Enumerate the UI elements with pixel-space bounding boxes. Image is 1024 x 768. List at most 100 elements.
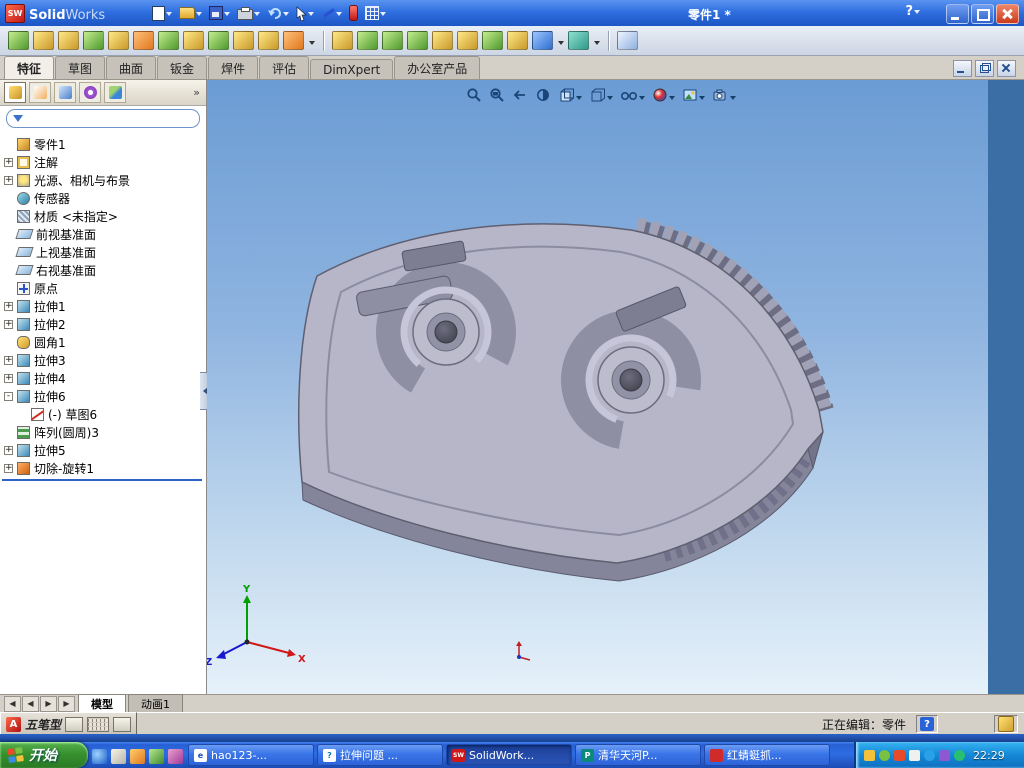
tree-item-extrude4[interactable]: + 拉伸4	[0, 369, 206, 387]
internet-explorer-icon[interactable]	[92, 748, 107, 764]
linear-pattern-icon[interactable]	[332, 31, 353, 50]
doc-close-button[interactable]	[997, 60, 1016, 77]
tree-item-lights-cameras-scene[interactable]: + 光源、相机与布景	[0, 171, 206, 189]
expander-icon[interactable]: +	[4, 445, 13, 455]
ime-logo-icon[interactable]: A	[6, 716, 21, 732]
taskbar-clock[interactable]: 22:29	[973, 749, 1005, 762]
instant3d-icon[interactable]	[617, 31, 638, 50]
ime-toolbox-icon[interactable]	[113, 716, 132, 732]
rollback-bar[interactable]	[2, 479, 202, 481]
tree-root-part[interactable]: 零件1	[0, 135, 206, 153]
tab-surfaces[interactable]: 曲面	[106, 56, 157, 79]
view-orientation-button[interactable]	[557, 85, 583, 105]
tab-model[interactable]: 模型	[78, 694, 126, 713]
maximize-button[interactable]	[971, 4, 994, 24]
tree-item-sensors[interactable]: 传感器	[0, 189, 206, 207]
expander-icon[interactable]: +	[4, 373, 13, 383]
ime-pen-icon[interactable]	[65, 716, 84, 732]
view-settings-button[interactable]	[363, 3, 388, 23]
tray-network-icon[interactable]	[924, 749, 935, 761]
edit-appearance-button[interactable]	[651, 85, 676, 105]
display-style-button[interactable]	[588, 85, 614, 105]
dome-icon[interactable]	[482, 31, 503, 50]
featuremanager-tab[interactable]	[4, 82, 26, 103]
swept-cut-icon[interactable]	[183, 31, 204, 50]
dimxpertmanager-tab[interactable]	[79, 82, 101, 103]
extruded-cut-icon[interactable]	[108, 31, 129, 50]
minimize-button[interactable]	[946, 4, 969, 24]
tree-item-cut-revolve1[interactable]: + 切除-旋转1	[0, 459, 206, 477]
tray-volume-icon[interactable]	[909, 749, 920, 761]
tree-item-material[interactable]: 材质 <未指定>	[0, 207, 206, 225]
undo-button[interactable]	[265, 3, 291, 23]
open-button[interactable]	[177, 3, 204, 23]
draft-icon[interactable]	[432, 31, 453, 50]
tab-features[interactable]: 特征	[4, 56, 55, 79]
doc-minimize-button[interactable]	[953, 60, 972, 77]
section-view-button[interactable]	[534, 85, 552, 105]
last-tab-button[interactable]: ▶	[58, 695, 75, 712]
tray-antivirus-icon[interactable]	[879, 749, 890, 761]
show-desktop-icon[interactable]	[111, 748, 126, 764]
quick-help-cell[interactable]: ?	[916, 715, 938, 733]
task-hao123[interactable]: e hao123-...	[188, 744, 314, 766]
tab-sketch[interactable]: 草图	[55, 56, 106, 79]
prev-tab-button[interactable]: ◀	[22, 695, 39, 712]
tree-item-top-plane[interactable]: 上视基准面	[0, 243, 206, 261]
tray-input-method-icon[interactable]	[864, 749, 875, 761]
tree-item-extrude6[interactable]: - 拉伸6	[0, 387, 206, 405]
ime-keyboard-icon[interactable]	[87, 716, 110, 732]
graphics-viewport[interactable]: Y X Z	[207, 80, 988, 694]
messenger-icon[interactable]	[149, 748, 164, 764]
tree-item-extrude2[interactable]: + 拉伸2	[0, 315, 206, 333]
first-tab-button[interactable]: ◀	[4, 695, 21, 712]
quick-tips-cell[interactable]	[994, 715, 1018, 733]
mail-icon[interactable]	[168, 748, 183, 764]
tree-item-circular-pattern3[interactable]: 阵列(圆周)3	[0, 423, 206, 441]
tab-animation1[interactable]: 动画1	[128, 694, 183, 713]
tab-sheet-metal[interactable]: 钣金	[157, 56, 208, 79]
task-solidworks[interactable]: SW SolidWork...	[446, 744, 572, 766]
tree-item-fillet1[interactable]: 圆角1	[0, 333, 206, 351]
start-button[interactable]: 开始	[0, 742, 88, 768]
zoom-area-button[interactable]	[488, 85, 506, 105]
camera-settings-button[interactable]	[711, 85, 737, 105]
pattern-dropdown-icon[interactable]	[309, 41, 315, 48]
doc-restore-button[interactable]	[975, 60, 994, 77]
propertymanager-tab[interactable]	[29, 82, 51, 103]
filter-input[interactable]	[27, 110, 193, 126]
ink-sketch-button[interactable]	[319, 3, 344, 23]
media-player-icon[interactable]	[130, 748, 145, 764]
expander-icon[interactable]: +	[4, 157, 13, 167]
reference-geometry-icon[interactable]	[532, 31, 553, 50]
mirror-icon[interactable]	[382, 31, 403, 50]
configurationmanager-tab[interactable]	[54, 82, 76, 103]
revolved-cut-icon[interactable]	[158, 31, 179, 50]
revolved-boss-icon[interactable]	[33, 31, 54, 50]
ime-bar[interactable]: A 五笔型	[0, 712, 138, 736]
tree-item-origin[interactable]: 原点	[0, 279, 206, 297]
curves-dropdown-icon[interactable]	[594, 41, 600, 48]
save-button[interactable]	[207, 3, 232, 23]
expander-icon[interactable]: +	[4, 319, 13, 329]
rebuild-stop-button[interactable]	[347, 3, 360, 23]
tree-item-extrude1[interactable]: + 拉伸1	[0, 297, 206, 315]
new-document-button[interactable]	[150, 3, 174, 23]
chamfer-icon[interactable]	[258, 31, 279, 50]
hide-show-items-button[interactable]	[619, 85, 646, 105]
lofted-boss-icon[interactable]	[83, 31, 104, 50]
rib-icon[interactable]	[407, 31, 428, 50]
tab-office-products[interactable]: 办公室产品	[394, 56, 481, 79]
apply-scene-button[interactable]	[681, 85, 706, 105]
curves-icon[interactable]	[568, 31, 589, 50]
tree-item-annotations[interactable]: + 注解	[0, 153, 206, 171]
displaymanager-tab[interactable]	[104, 82, 126, 103]
tab-weldments[interactable]: 焊件	[208, 56, 259, 79]
expander-icon[interactable]: +	[4, 355, 13, 365]
next-tab-button[interactable]: ▶	[40, 695, 57, 712]
lofted-cut-icon[interactable]	[208, 31, 229, 50]
swept-boss-icon[interactable]	[58, 31, 79, 50]
shell-icon[interactable]	[457, 31, 478, 50]
tree-item-extrude5[interactable]: + 拉伸5	[0, 441, 206, 459]
task-extrude-question[interactable]: ? 拉伸问题 ...	[317, 744, 443, 766]
